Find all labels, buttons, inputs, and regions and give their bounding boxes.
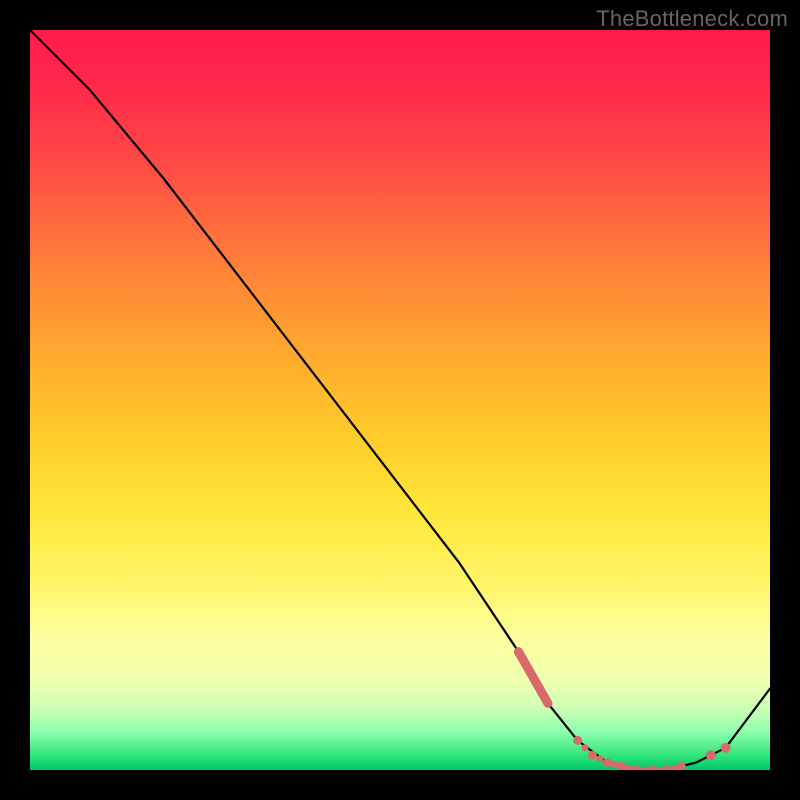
chart-line — [30, 30, 770, 770]
chart-marker — [632, 766, 641, 771]
chart-marker — [656, 767, 663, 771]
chart-marker — [641, 767, 648, 771]
chart-frame: TheBottleneck.com — [0, 0, 800, 800]
chart-marker — [618, 762, 627, 770]
chart-marker — [662, 766, 671, 771]
chart-marker — [573, 736, 582, 745]
chart-marker — [603, 758, 612, 767]
watermark-text: TheBottleneck.com — [596, 6, 788, 32]
chart-marker — [588, 751, 597, 760]
chart-marker — [706, 750, 716, 760]
chart-marker — [721, 743, 731, 753]
chart-marker — [582, 744, 589, 751]
chart-marker — [677, 762, 686, 770]
chart-marker — [611, 761, 618, 768]
chart-marker — [670, 765, 677, 770]
chart-plot-area — [30, 30, 770, 770]
chart-marker — [626, 765, 633, 770]
chart-marker — [596, 755, 603, 762]
chart-svg — [30, 30, 770, 770]
chart-markers — [518, 652, 730, 770]
chart-marker-segment — [518, 652, 548, 704]
chart-marker — [647, 766, 656, 771]
